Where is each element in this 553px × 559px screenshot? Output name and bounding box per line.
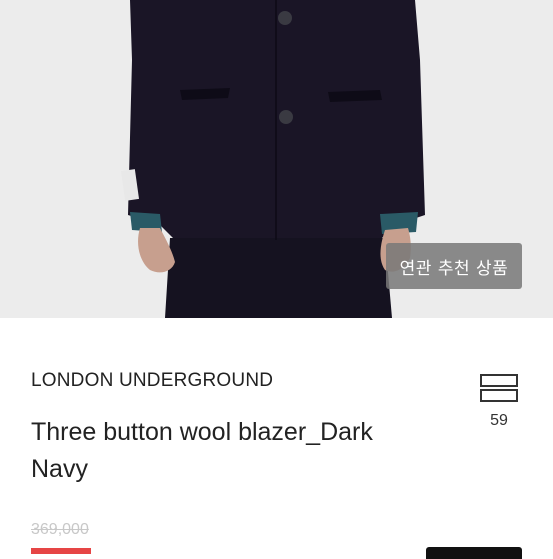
sale-price [31,548,91,554]
related-products-button[interactable]: 연관 추천 상품 [386,243,522,289]
wishlist-button[interactable]: 59 [478,374,520,430]
wishlist-icon [480,374,518,404]
buy-button[interactable] [426,547,522,559]
product-title: Three button wool blazer_Dark Navy [31,418,373,483]
wishlist-count: 59 [490,412,508,429]
product-image[interactable]: 연관 추천 상품 [0,0,553,318]
original-price: 369,000 [31,521,89,538]
brand-name[interactable]: LONDON UNDERGROUND [31,370,273,392]
product-info-panel: LONDON UNDERGROUND Three button wool bla… [0,318,553,559]
